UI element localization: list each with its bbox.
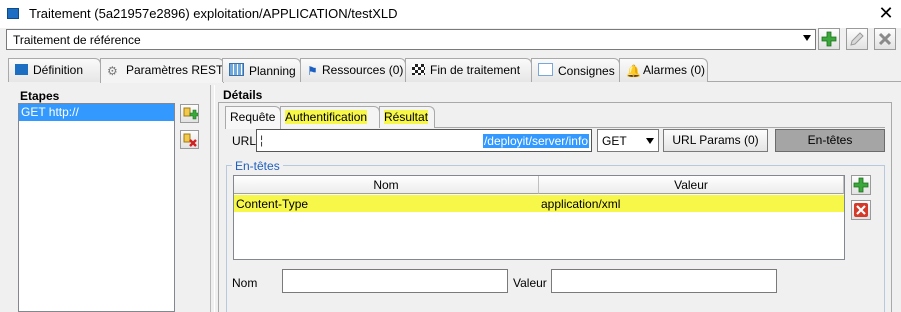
tab-label: Fin de traitement bbox=[430, 63, 521, 77]
treatment-select[interactable]: Traitement de référence bbox=[6, 29, 816, 50]
app-icon bbox=[7, 8, 19, 19]
tab-label: Requête bbox=[230, 110, 276, 124]
close-icon[interactable]: ✕ bbox=[874, 2, 898, 24]
calendar-icon bbox=[229, 63, 244, 76]
tab-resources[interactable]: ⚑ Ressources (0) bbox=[300, 58, 406, 82]
chevron-down-icon bbox=[803, 35, 811, 41]
headers-group-label: En-têtes bbox=[232, 159, 283, 173]
tab-rest-params[interactable]: ⚙ Paramètres REST bbox=[100, 58, 224, 83]
x-icon bbox=[878, 32, 892, 46]
plus-icon bbox=[821, 31, 837, 47]
headers-table[interactable]: Nom Valeur Content-Type application/xml bbox=[233, 175, 845, 260]
document-icon bbox=[538, 63, 553, 76]
chevron-down-icon bbox=[646, 138, 654, 144]
tab-label: Planning bbox=[249, 64, 296, 78]
add-step-icon bbox=[183, 107, 199, 120]
treatment-select-value: Traitement de référence bbox=[13, 33, 141, 47]
tab-label: Consignes bbox=[558, 64, 615, 78]
steps-label: Etapes bbox=[20, 89, 60, 103]
steps-list[interactable]: GET http:// bbox=[18, 103, 175, 312]
method-select[interactable]: GET bbox=[597, 129, 659, 152]
column-header-name[interactable]: Nom bbox=[234, 176, 539, 194]
bell-icon: 🔔 bbox=[626, 64, 641, 78]
delete-step-icon bbox=[183, 133, 197, 147]
text-cursor: ¦ bbox=[260, 133, 264, 147]
add-header-button[interactable] bbox=[851, 175, 871, 195]
splitter[interactable] bbox=[210, 85, 215, 312]
tab-end-of-treatment[interactable]: Fin de traitement bbox=[405, 58, 532, 82]
header-name-input[interactable] bbox=[282, 269, 508, 293]
column-header-value[interactable]: Valeur bbox=[539, 176, 844, 194]
main-tab-bar: Définition ⚙ Paramètres REST Planning ⚑ Re… bbox=[8, 58, 901, 83]
plus-icon bbox=[853, 177, 869, 193]
tab-label: Paramètres REST bbox=[126, 63, 224, 77]
tab-result[interactable]: Résultat bbox=[379, 106, 435, 128]
table-cell-name: Content-Type bbox=[236, 197, 309, 211]
details-label: Détails bbox=[223, 88, 263, 102]
method-select-value: GET bbox=[602, 134, 627, 148]
value-label: Valeur bbox=[513, 276, 547, 290]
tab-label: Résultat bbox=[384, 110, 429, 124]
url-label: URL bbox=[232, 134, 257, 148]
tab-definition[interactable]: Définition bbox=[8, 58, 101, 82]
tab-label: Authentification bbox=[285, 110, 368, 124]
tab-instructions[interactable]: Consignes bbox=[531, 58, 620, 82]
flag-icon: ⚑ bbox=[307, 64, 318, 78]
list-item[interactable]: GET http:// bbox=[19, 104, 174, 121]
delete-icon bbox=[854, 203, 868, 217]
name-label: Nom bbox=[232, 276, 258, 290]
checkered-flag-icon bbox=[412, 64, 425, 75]
url-input[interactable]: ¦ /deployit/server/info bbox=[256, 129, 592, 152]
tab-label: Ressources (0) bbox=[322, 63, 404, 77]
add-button[interactable] bbox=[818, 28, 840, 50]
delete-header-button[interactable] bbox=[851, 200, 871, 220]
window-title: Traitement (5a21957e2896) exploitation/A… bbox=[29, 6, 398, 21]
edit-button[interactable] bbox=[846, 28, 868, 50]
gear-icon: ⚙ bbox=[107, 64, 118, 78]
add-step-button[interactable] bbox=[180, 104, 199, 123]
details-tab-bar: Requête Authentification Résultat bbox=[225, 106, 885, 129]
tab-label: Alarmes (0) bbox=[643, 63, 706, 77]
tab-label: Définition bbox=[33, 63, 84, 77]
tab-request[interactable]: Requête bbox=[225, 106, 281, 129]
tab-alarms[interactable]: 🔔 Alarmes (0) bbox=[619, 58, 708, 82]
table-cell-value: application/xml bbox=[541, 197, 621, 211]
headers-button[interactable]: En-têtes bbox=[775, 129, 885, 152]
pencil-icon bbox=[850, 32, 864, 46]
url-input-value: /deployit/server/info bbox=[482, 134, 589, 148]
delete-step-button[interactable] bbox=[180, 130, 199, 149]
delete-button[interactable] bbox=[874, 28, 896, 50]
header-value-input[interactable] bbox=[551, 269, 777, 293]
tab-authentication[interactable]: Authentification bbox=[280, 106, 380, 128]
window-icon bbox=[15, 64, 28, 75]
tab-planning[interactable]: Planning bbox=[222, 58, 301, 82]
url-params-button[interactable]: URL Params (0) bbox=[663, 129, 768, 152]
